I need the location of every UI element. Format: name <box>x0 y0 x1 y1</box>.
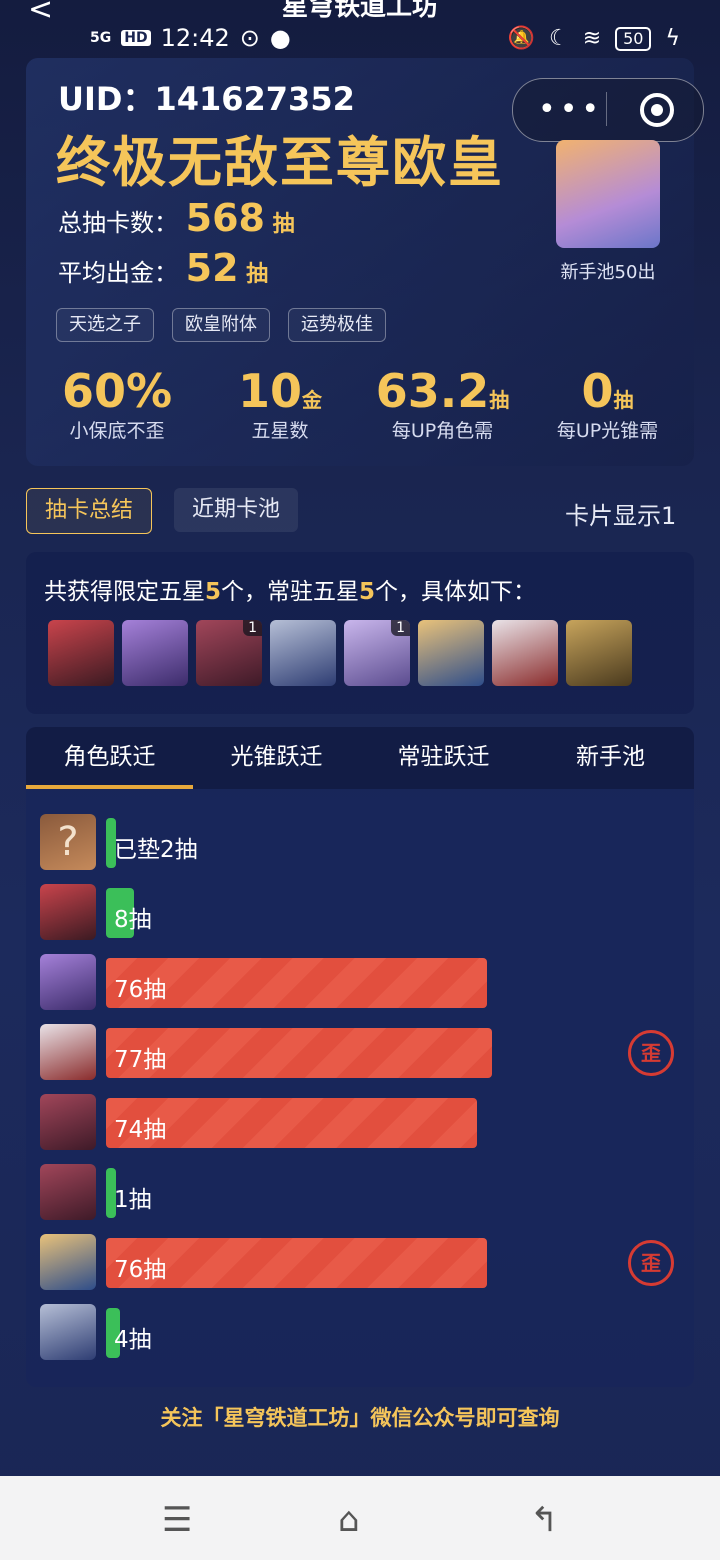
pull-count-label: 77抽 <box>114 1047 167 1073</box>
average-pulls-value: 52 <box>185 246 239 290</box>
five-star-avatar[interactable] <box>48 620 114 686</box>
pull-count-label: 76抽 <box>114 1257 167 1283</box>
average-pulls: 平均出金： 52 抽 <box>58 246 268 290</box>
status-left: 5G HD 12:42 ⊙ ● <box>90 24 291 52</box>
kpi-value: 0 <box>581 364 614 418</box>
wifi-icon: ≋ <box>582 26 602 51</box>
five-star-avatar[interactable]: 1 <box>196 620 262 686</box>
kpi-label: 每UP角色需 <box>391 420 494 442</box>
banner-tabs: 角色跃迁 光锥跃迁 常驻跃迁 新手池 <box>26 727 694 789</box>
summary-text: 共获得限定五星5个，常驻五星5个，具体如下： <box>44 572 536 606</box>
menu-icon[interactable]: ☰ <box>162 1500 192 1540</box>
tab-standard-warp[interactable]: 常驻跃迁 <box>360 727 527 789</box>
total-pulls-label: 总抽卡数： <box>58 209 178 237</box>
kpi-no-lose: 60% 小保底不歪 <box>52 364 182 443</box>
charging-icon: ϟ <box>665 26 680 51</box>
kpi-per-up-char: 63.2抽 每UP角色需 <box>370 364 515 443</box>
footer-note: 关注「星穹铁道工坊」微信公众号即可查询 <box>160 1406 560 1430</box>
average-pulls-unit: 抽 <box>246 262 269 287</box>
kpi-unit: 金 <box>302 388 322 412</box>
system-nav-bar <box>0 1476 720 1560</box>
back-nav-icon[interactable]: ↰ <box>530 1500 559 1540</box>
pull-count-label: 1抽 <box>114 1187 152 1213</box>
tab-lightcone-warp[interactable]: 光锥跃迁 <box>193 727 360 789</box>
lost-5050-stamp: 歪 <box>628 1030 674 1076</box>
kpi-value: 10 <box>237 364 302 418</box>
pull-avatar <box>40 1094 96 1150</box>
five-star-avatar[interactable] <box>492 620 558 686</box>
newbie-avatar <box>556 140 660 248</box>
pull-count-label: 8抽 <box>114 907 152 933</box>
total-pulls-value: 568 <box>185 196 265 240</box>
more-icon[interactable]: ••• <box>538 92 603 127</box>
summary-prefix: 共获得限定五星 <box>44 579 205 605</box>
kpi-value: 63.2 <box>375 364 490 418</box>
pull-count-label: 4抽 <box>114 1327 152 1353</box>
total-pulls-unit: 抽 <box>272 212 295 237</box>
chat-icon: ● <box>269 24 291 52</box>
moon-icon: ☾ <box>548 26 569 51</box>
five-star-avatar[interactable]: 1 <box>344 620 410 686</box>
pull-avatar <box>40 1164 96 1220</box>
kpi-unit: 抽 <box>613 388 634 412</box>
kpi-per-up-cone: 0抽 每UP光锥需 <box>540 364 675 443</box>
mute-icon: 🔕 <box>507 26 535 51</box>
total-pulls: 总抽卡数： 568 抽 <box>58 196 295 240</box>
average-pulls-label: 平均出金： <box>58 259 178 287</box>
app-title: 星穹铁道工坊 <box>281 0 438 22</box>
pull-avatar: ? <box>40 814 96 870</box>
pull-avatar <box>40 1024 96 1080</box>
tag-fortune: 运势极佳 <box>288 308 386 342</box>
tab-summary[interactable]: 抽卡总结 <box>26 488 153 534</box>
status-time: 12:42 <box>160 24 230 52</box>
tab-character-warp[interactable]: 角色跃迁 <box>26 727 193 789</box>
pull-count-label: 76抽 <box>114 977 167 1003</box>
tab-recent-pools[interactable]: 近期卡池 <box>174 488 299 532</box>
standard-count: 5 <box>359 579 376 605</box>
capsule-divider <box>606 92 607 126</box>
limited-count: 5 <box>205 579 222 605</box>
card-display-toggle[interactable]: 卡片显示1 <box>565 496 695 531</box>
pull-count-label: 74抽 <box>114 1117 167 1143</box>
back-icon[interactable]: < <box>28 0 53 27</box>
home-icon[interactable]: ⌂ <box>338 1500 360 1540</box>
summary-suffix: 个，具体如下： <box>375 579 537 605</box>
pull-avatar <box>40 1304 96 1360</box>
kpi-five-star: 10金 五星数 <box>215 364 345 443</box>
summary-mid: 个，常驻五星 <box>221 579 360 605</box>
rank-title: 终极无敌至尊欧皇 <box>56 131 504 194</box>
kpi-unit: 抽 <box>489 388 510 412</box>
five-star-avatar[interactable] <box>418 620 484 686</box>
tag-chosen: 天选之子 <box>56 308 154 342</box>
kpi-label: 小保底不歪 <box>69 420 165 442</box>
kpi-value: 60% <box>61 364 173 418</box>
newbie-label: 新手池50出 <box>560 262 656 283</box>
five-star-avatar[interactable] <box>566 620 632 686</box>
kpi-label: 五星数 <box>251 420 309 442</box>
pull-count-label: 已垫2抽 <box>114 837 198 863</box>
lost-5050-stamp: 歪 <box>628 1240 674 1286</box>
pull-avatar <box>40 884 96 940</box>
close-miniprogram-icon[interactable] <box>640 93 674 127</box>
battery-icon: 50 <box>615 26 652 51</box>
duplicate-badge: 1 <box>243 620 262 636</box>
hd-icon: HD <box>121 30 151 46</box>
tab-newbie-warp[interactable]: 新手池 <box>527 727 694 789</box>
duplicate-badge: 1 <box>391 620 410 636</box>
status-right: 🔕 ☾ ≋ 50 ϟ <box>508 26 680 51</box>
uid-label: UID：141627352 <box>58 80 355 118</box>
network-indicator: 5G <box>90 30 112 46</box>
pull-avatar <box>40 1234 96 1290</box>
location-icon: ⊙ <box>239 24 260 52</box>
five-star-avatar[interactable] <box>270 620 336 686</box>
tag-lucky: 欧皇附体 <box>172 308 270 342</box>
five-star-avatar[interactable] <box>122 620 188 686</box>
kpi-label: 每UP光锥需 <box>556 420 659 442</box>
pull-avatar <box>40 954 96 1010</box>
